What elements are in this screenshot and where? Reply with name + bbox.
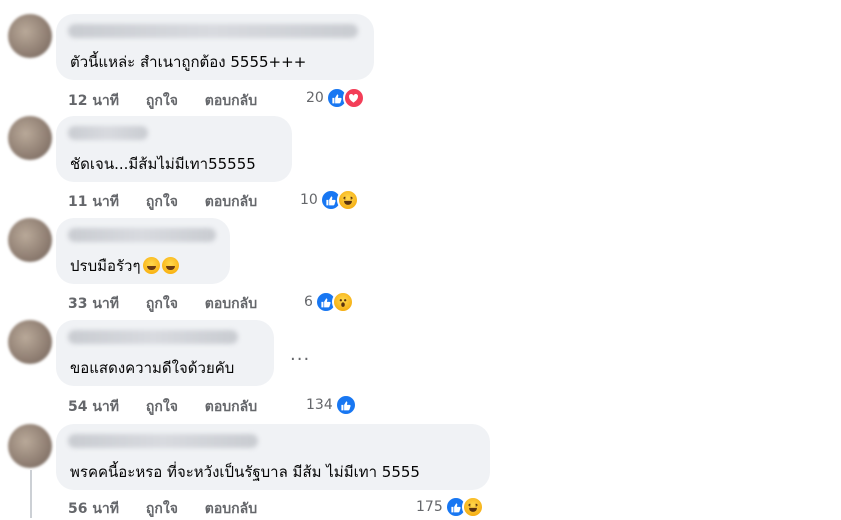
author-name-blurred[interactable]	[68, 228, 216, 242]
laughing-emoji-icon	[142, 257, 160, 274]
comment-actions: 11 นาที ถูกใจ ตอบกลับ	[68, 191, 257, 213]
comment-bubble: ตัวนี้แหล่ะ สำเนาถูกต้อง 5555+++	[56, 14, 374, 80]
reply-thread-line	[30, 470, 32, 518]
laughing-emoji-icon	[161, 257, 179, 274]
like-button[interactable]: ถูกใจ	[146, 93, 178, 109]
comment-bubble: ปรบมือรัวๆ	[56, 218, 230, 284]
timestamp[interactable]: 54 นาที	[68, 399, 119, 415]
comment-text: ปรบมือรัวๆ	[70, 254, 179, 278]
timestamp[interactable]: 33 นาที	[68, 296, 119, 312]
reaction-summary[interactable]: 20	[306, 87, 365, 109]
reply-button[interactable]: ตอบกลับ	[205, 296, 257, 312]
reply-button[interactable]: ตอบกลับ	[205, 399, 257, 415]
avatar[interactable]	[8, 14, 52, 58]
comment-bubble: ขอแสดงความดีใจด้วยคับ	[56, 320, 274, 386]
avatar[interactable]	[8, 218, 52, 262]
reaction-count: 175	[416, 499, 443, 515]
reaction-summary[interactable]: 134	[306, 394, 357, 416]
love-icon	[342, 87, 365, 109]
reaction-summary[interactable]: 6	[304, 291, 354, 313]
comment-text: ชัดเจน...มีส้มไม่มีเทา55555	[70, 155, 256, 173]
like-button[interactable]: ถูกใจ	[146, 296, 178, 312]
avatar[interactable]	[8, 116, 52, 160]
comment-actions: 56 นาที ถูกใจ ตอบกลับ	[68, 498, 257, 520]
comment-text: ขอแสดงความดีใจด้วยคับ	[70, 359, 235, 377]
reaction-summary[interactable]: 175	[416, 496, 484, 518]
author-name-blurred[interactable]	[68, 24, 358, 38]
reaction-count: 20	[306, 90, 324, 106]
reaction-summary[interactable]: 10	[300, 189, 359, 211]
author-name-blurred[interactable]	[68, 330, 238, 344]
comment-bubble: พรคคนี้อะหรอ ที่จะหวังเป็นรัฐบาล มีส้ม ไ…	[56, 424, 490, 490]
timestamp[interactable]: 11 นาที	[68, 194, 119, 210]
reply-button[interactable]: ตอบกลับ	[205, 194, 257, 210]
haha-icon	[336, 189, 359, 211]
wow-icon	[331, 291, 354, 313]
more-options-icon[interactable]: ...	[290, 344, 310, 365]
timestamp[interactable]: 12 นาที	[68, 93, 119, 109]
reply-button[interactable]: ตอบกลับ	[205, 501, 257, 517]
comment-text-content: ปรบมือรัวๆ	[70, 257, 141, 275]
haha-icon	[461, 496, 484, 518]
comment-actions: 33 นาที ถูกใจ ตอบกลับ	[68, 293, 257, 315]
like-icon	[334, 394, 357, 416]
reaction-count: 6	[304, 294, 313, 310]
comment-text: ตัวนี้แหล่ะ สำเนาถูกต้อง 5555+++	[70, 53, 307, 71]
reaction-count: 10	[300, 192, 318, 208]
like-button[interactable]: ถูกใจ	[146, 399, 178, 415]
comment-actions: 54 นาที ถูกใจ ตอบกลับ	[68, 396, 257, 418]
like-button[interactable]: ถูกใจ	[146, 501, 178, 517]
reaction-count: 134	[306, 397, 333, 413]
author-name-blurred[interactable]	[68, 126, 148, 140]
comment-actions: 12 นาที ถูกใจ ตอบกลับ	[68, 90, 257, 112]
reply-button[interactable]: ตอบกลับ	[205, 93, 257, 109]
timestamp[interactable]: 56 นาที	[68, 501, 119, 517]
like-button[interactable]: ถูกใจ	[146, 194, 178, 210]
comment-text: พรคคนี้อะหรอ ที่จะหวังเป็นรัฐบาล มีส้ม ไ…	[70, 463, 420, 481]
avatar[interactable]	[8, 424, 52, 468]
author-name-blurred[interactable]	[68, 434, 258, 448]
comment-bubble: ชัดเจน...มีส้มไม่มีเทา55555	[56, 116, 292, 182]
avatar[interactable]	[8, 320, 52, 364]
